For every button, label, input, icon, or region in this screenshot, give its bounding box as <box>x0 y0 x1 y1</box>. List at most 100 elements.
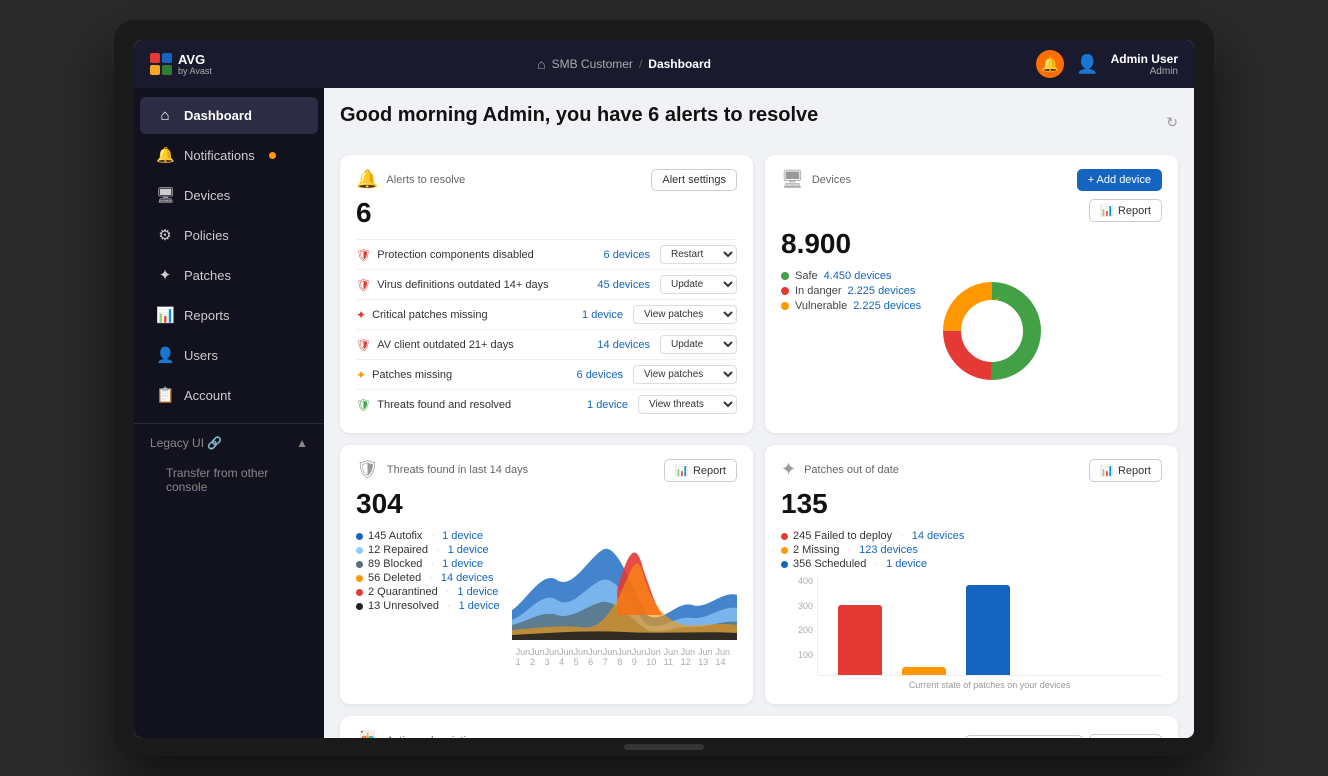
breadcrumb-sep: / <box>639 57 642 71</box>
logo-icon <box>150 53 172 75</box>
alerts-icon: 🔔 <box>356 169 378 190</box>
bar-scheduled <box>966 585 1010 675</box>
alert-settings-button[interactable]: Alert settings <box>651 169 737 191</box>
sidebar-item-dashboard[interactable]: ⌂ Dashboard <box>140 97 318 134</box>
patches-count: 135 <box>781 488 1162 520</box>
alerts-title-area: 🔔 Alerts to resolve <box>356 169 465 190</box>
patches-bar-chart: 400300200100 <box>781 576 1162 690</box>
breadcrumb-current: Dashboard <box>648 57 711 71</box>
patches-chart-subtitle: Current state of patches on your devices <box>817 680 1162 690</box>
alerts-count: 6 <box>356 197 737 229</box>
person-icon: 👤 <box>1076 54 1098 75</box>
deleted-dot <box>356 575 363 582</box>
user-name: Admin User <box>1111 52 1178 66</box>
subscriptions-card-icon: 🃏 <box>356 730 378 738</box>
cards-row-bottom: 🛡 Threats found in last 14 days 📊 Report… <box>340 445 1178 704</box>
safe-dot <box>781 272 789 280</box>
sidebar-label-dashboard: Dashboard <box>184 108 252 123</box>
threats-report-button[interactable]: 📊 Report <box>664 459 737 482</box>
sidebar-label-reports: Reports <box>184 308 230 323</box>
sidebar-label-account: Account <box>184 388 231 403</box>
sidebar-item-transfer[interactable]: Transfer from other console <box>134 458 324 502</box>
notification-icon[interactable]: 🔔 <box>1036 50 1064 78</box>
reports-icon: 📊 <box>156 306 174 324</box>
blocked-dot <box>356 561 363 568</box>
report-icon-devices: 📊 <box>1100 204 1114 217</box>
sidebar-item-policies[interactable]: ⚙ Policies <box>140 216 318 254</box>
policies-icon: ⚙ <box>156 226 174 244</box>
account-icon: 📋 <box>156 386 174 404</box>
logo-area: AVG by Avast <box>150 53 212 76</box>
threat-row-3: 89 Blocked · 1 device <box>356 558 500 570</box>
vuln-dot <box>781 302 789 310</box>
subscriptions-report-button[interactable]: 📊 Report <box>1089 734 1162 738</box>
refresh-icon[interactable]: ↻ <box>1166 114 1178 131</box>
alert-action-3[interactable]: View patches <box>633 305 737 324</box>
sidebar-item-users[interactable]: 👤 Users <box>140 336 318 374</box>
add-device-button[interactable]: + Add device <box>1077 169 1162 191</box>
logo-text: AVG by Avast <box>178 53 212 76</box>
alert-action-2[interactable]: Update <box>660 275 737 294</box>
alert-action-6[interactable]: View threats <box>638 395 737 414</box>
alert-action-1[interactable]: Restart <box>660 245 737 264</box>
devices-card-actions: + Add device 📊 Report <box>1077 169 1162 222</box>
patch-row-3: 356 Scheduled · 1 device <box>781 558 1162 570</box>
sidebar-item-notifications[interactable]: 🔔 Notifications <box>140 136 318 174</box>
notification-badge <box>269 152 276 159</box>
user-area: 🔔 👤 Admin User Admin <box>1036 50 1178 78</box>
alert-action-5[interactable]: View patches <box>633 365 737 384</box>
dashboard-icon: ⌂ <box>156 107 174 124</box>
patches-legend: 245 Failed to deploy · 14 devices 2 Miss… <box>781 530 1162 570</box>
alert-icon-6: 🛡 <box>356 398 371 412</box>
sidebar-label-policies: Policies <box>184 228 229 243</box>
legacy-chevron: ▲ <box>296 436 308 450</box>
patches-card-title: Patches out of date <box>804 464 899 476</box>
report-icon-threats: 📊 <box>675 464 689 477</box>
patch-row-1: 245 Failed to deploy · 14 devices <box>781 530 1162 542</box>
alert-icon-4: 🛡 <box>356 338 371 352</box>
threats-card-title: Threats found in last 14 days <box>387 464 528 476</box>
alert-row-5: ✦ Patches missing 6 devices View patches <box>356 359 737 389</box>
patches-report-button[interactable]: 📊 Report <box>1089 459 1162 482</box>
scheduled-dot <box>781 561 788 568</box>
alerts-card-header: 🔔 Alerts to resolve Alert settings <box>356 169 737 191</box>
alert-action-4[interactable]: Update <box>660 335 737 354</box>
sidebar-item-patches[interactable]: ✦ Patches <box>140 256 318 294</box>
unresolved-dot <box>356 603 363 610</box>
donut-chart <box>937 276 1047 386</box>
devices-card-header: 🖥 Devices + Add device 📊 Report <box>781 169 1162 222</box>
alert-icon-3: ✦ <box>356 308 366 322</box>
app-body: ⌂ Dashboard 🔔 Notifications 🖥 Devices ⚙ … <box>134 88 1194 738</box>
devices-report-button[interactable]: 📊 Report <box>1089 199 1162 222</box>
threats-area-chart: Jun 1Jun 2Jun 3Jun 4 Jun 5Jun 6Jun 7Jun … <box>512 530 737 667</box>
patches-card: ✦ Patches out of date 📊 Report 135 <box>765 445 1178 704</box>
cards-row-top: 🔔 Alerts to resolve Alert settings 6 🛡 P… <box>340 155 1178 433</box>
subscriptions-card-actions: Use activation code 📊 Report <box>965 730 1162 738</box>
threats-card: 🛡 Threats found in last 14 days 📊 Report… <box>340 445 753 704</box>
breadcrumb: ⌂ SMB Customer / Dashboard <box>537 56 711 72</box>
legacy-header[interactable]: Legacy UI 🔗 ▲ <box>134 428 324 458</box>
sidebar-item-reports[interactable]: 📊 Reports <box>140 296 318 334</box>
threats-legend: 145 Autofix · 1 device 12 Repaired · 1 d… <box>356 530 500 659</box>
devices-count: 8.900 <box>781 228 1162 260</box>
notifications-icon: 🔔 <box>156 146 174 164</box>
alert-icon-1: 🛡 <box>356 248 371 262</box>
alert-row-1: 🛡 Protection components disabled 6 devic… <box>356 239 737 269</box>
sidebar-item-devices[interactable]: 🖥 Devices <box>140 176 318 214</box>
devices-legend: Safe 4.450 devices In danger 2.225 devic… <box>781 270 921 315</box>
alert-row-4: 🛡 AV client outdated 21+ days 14 devices… <box>356 329 737 359</box>
alert-icon-2: 🛡 <box>356 278 371 292</box>
bar-failed <box>838 605 882 675</box>
use-activation-code-button[interactable]: Use activation code <box>965 735 1083 738</box>
subscriptions-card: 🃏 Active subscriptions Use activation co… <box>340 716 1178 738</box>
breadcrumb-home[interactable]: SMB Customer <box>552 57 633 71</box>
main-content: Good morning Admin, you have 6 alerts to… <box>324 88 1194 738</box>
legend-safe: Safe 4.450 devices <box>781 270 921 282</box>
page-title: Good morning Admin, you have 6 alerts to… <box>340 104 818 127</box>
subscriptions-card-title: Active subscriptions <box>386 735 483 739</box>
alerts-card: 🔔 Alerts to resolve Alert settings 6 🛡 P… <box>340 155 753 433</box>
sidebar-item-account[interactable]: 📋 Account <box>140 376 318 414</box>
sidebar-label-users: Users <box>184 348 218 363</box>
devices-card: 🖥 Devices + Add device 📊 Report <box>765 155 1178 433</box>
devices-title-area: 🖥 Devices <box>781 169 851 190</box>
